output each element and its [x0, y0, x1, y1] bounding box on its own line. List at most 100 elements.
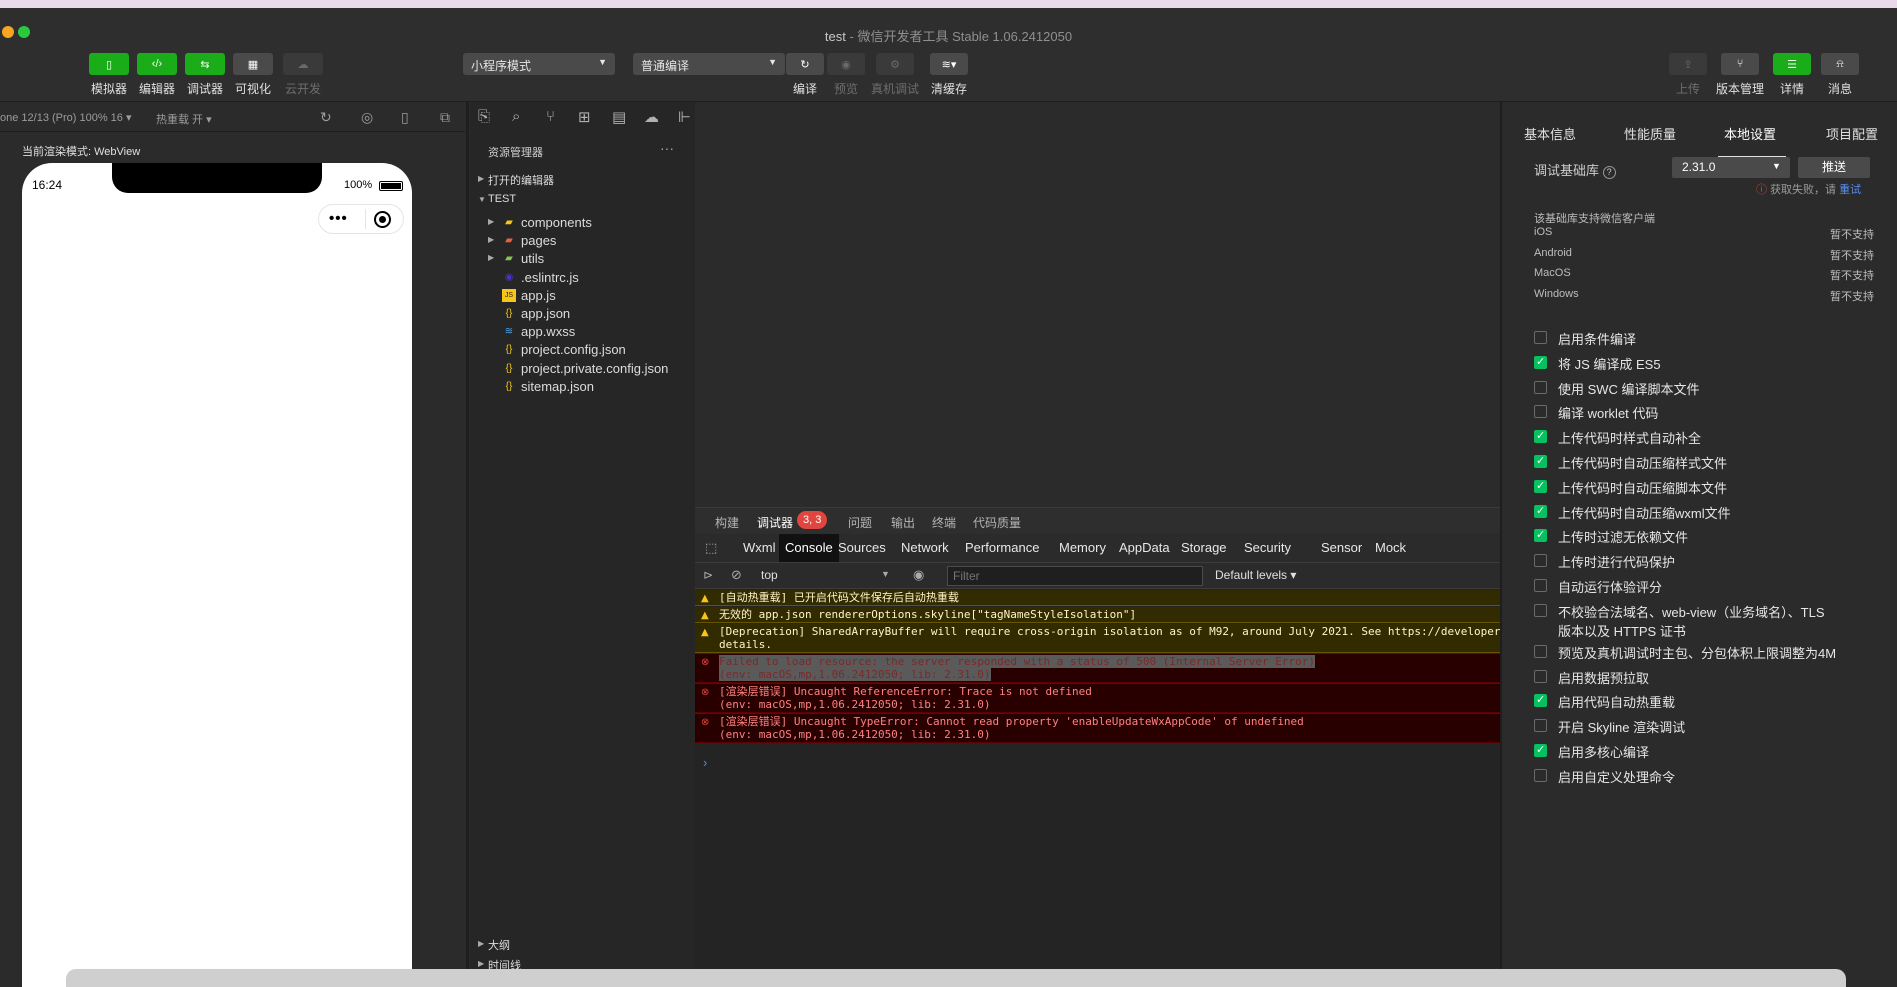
upload-button[interactable]: ⇪ — [1669, 53, 1707, 75]
tab-build[interactable]: 构建 — [715, 514, 739, 531]
tab-output[interactable]: 输出 — [891, 514, 915, 531]
setting-option[interactable]: 预览及真机调试时主包、分包体积上限调整为4M — [1534, 644, 1894, 663]
setting-option[interactable]: 将 JS 编译成 ES5 — [1534, 355, 1894, 374]
checkbox[interactable] — [1534, 504, 1547, 518]
checkbox[interactable] — [1534, 644, 1547, 658]
log-levels-select[interactable]: Default levels ▾ — [1215, 568, 1296, 582]
extensions-icon[interactable]: ⊞ — [578, 108, 591, 126]
details-button[interactable]: ☰ — [1773, 53, 1811, 75]
console-warning[interactable]: ▲ [自动热重载] 已开启代码文件保存后自动热重载 — [695, 590, 1500, 606]
checkbox[interactable] — [1534, 405, 1547, 419]
setting-option[interactable]: 上传代码时自动压缩脚本文件 — [1534, 479, 1894, 498]
console-error[interactable]: ⊗ [渲染层错误] Uncaught ReferenceError: Trace … — [695, 684, 1500, 713]
sidebar-toggle-icon[interactable]: ⊳ — [703, 568, 713, 582]
editor-area[interactable] — [695, 102, 1500, 507]
checkbox[interactable] — [1534, 669, 1547, 683]
tab-problems[interactable]: 问题 — [848, 514, 872, 531]
setting-option[interactable]: 自动运行体验评分 — [1534, 578, 1894, 597]
rotate-icon[interactable]: ↻ — [320, 109, 332, 126]
hot-reload-select[interactable]: 热重载 开 ▾ — [156, 111, 212, 127]
eye-icon[interactable]: ◉ — [913, 567, 924, 583]
setting-option[interactable]: 上传时进行代码保护 — [1534, 553, 1894, 572]
inspect-icon[interactable]: ⬚ — [705, 540, 717, 556]
tab-mock[interactable]: Mock — [1369, 534, 1412, 562]
tab-sensor[interactable]: Sensor — [1315, 534, 1368, 562]
split-icon[interactable]: ⊩ — [678, 108, 691, 126]
checkbox[interactable] — [1534, 693, 1547, 708]
retry-link[interactable]: 重试 — [1839, 184, 1861, 196]
tab-appdata[interactable]: AppData — [1113, 534, 1176, 562]
checkbox[interactable] — [1534, 579, 1547, 592]
tab-project-config[interactable]: 项目配置 — [1826, 124, 1878, 143]
tab-network[interactable]: Network — [895, 534, 955, 562]
close-miniprogram-icon[interactable] — [374, 211, 391, 228]
git-icon[interactable]: ⑂ — [546, 108, 555, 125]
setting-option[interactable]: 不校验合法域名、web-view（业务域名）、TLS 版本以及 HTTPS 证书 — [1534, 603, 1894, 641]
project-section[interactable]: ▼ TEST — [470, 190, 695, 212]
checkbox[interactable] — [1534, 743, 1547, 757]
outline-section[interactable]: ▶ 大纲 — [470, 934, 695, 956]
messages-button[interactable]: ⍾ — [1821, 53, 1859, 75]
editor-toggle-button[interactable]: ‹/› — [137, 53, 177, 75]
setting-option[interactable]: 启用数据预拉取 — [1534, 669, 1894, 688]
context-select[interactable]: top ▼ — [753, 566, 893, 585]
compile-button[interactable]: ↻ — [786, 53, 824, 75]
tab-performance-quality[interactable]: 性能质量 — [1624, 124, 1676, 143]
help-icon[interactable]: ? — [1602, 166, 1616, 179]
checkbox[interactable] — [1534, 429, 1547, 444]
file-item[interactable]: {} sitemap.json — [470, 376, 695, 398]
setting-option[interactable]: 上传代码时自动压缩wxml文件 — [1534, 504, 1894, 523]
checkbox[interactable] — [1534, 479, 1547, 493]
tab-console[interactable]: Console — [779, 534, 839, 562]
capsule-menu[interactable]: ••• — [318, 204, 404, 234]
console-error[interactable]: ⊗ Failed to load resource: the server res… — [695, 654, 1500, 683]
console-error[interactable]: ⊗ [渲染层错误] Uncaught TypeError: Cannot read… — [695, 714, 1500, 743]
setting-option[interactable]: 启用代码自动热重载 — [1534, 693, 1894, 712]
push-button[interactable]: 推送 — [1798, 157, 1870, 178]
checkbox[interactable] — [1534, 355, 1547, 369]
visual-toggle-button[interactable]: ▦ — [233, 53, 273, 75]
tab-sources[interactable]: Sources — [832, 534, 892, 562]
storage-icon[interactable]: ▤ — [612, 108, 626, 126]
popout-icon[interactable]: ⧉ — [440, 109, 450, 126]
search-icon[interactable]: ⌕ — [512, 108, 520, 125]
simulator-toggle-button[interactable]: ▯ — [89, 53, 129, 75]
remote-debug-button[interactable]: ⚙ — [876, 53, 914, 75]
cloud-icon[interactable]: ☁ — [644, 108, 659, 126]
setting-option[interactable]: 启用条件编译 — [1534, 330, 1894, 349]
phone-screen[interactable]: 16:24 100% ••• — [22, 163, 412, 987]
setting-option[interactable]: 上传代码时样式自动补全 — [1534, 429, 1894, 448]
debugger-toggle-button[interactable]: ⇆ — [185, 53, 225, 75]
tab-local-settings[interactable]: 本地设置 — [1724, 124, 1776, 143]
compile-select[interactable]: 普通编译 ▼ — [633, 53, 785, 75]
console-warning[interactable]: ▲ 无效的 app.json rendererOptions.skyline["t… — [695, 607, 1500, 623]
more-actions-icon[interactable]: ··· — [660, 140, 674, 156]
checkbox[interactable] — [1534, 719, 1547, 733]
setting-option[interactable]: 编译 worklet 代码 — [1534, 404, 1894, 423]
tab-basic-info[interactable]: 基本信息 — [1524, 124, 1576, 143]
preview-button[interactable]: ◉ — [827, 53, 865, 75]
filter-input[interactable] — [947, 566, 1203, 586]
setting-option[interactable]: 上传时过滤无依赖文件 — [1534, 528, 1894, 547]
mode-select[interactable]: 小程序模式 ▼ — [463, 53, 615, 75]
setting-option[interactable]: 启用自定义处理命令 — [1534, 768, 1894, 787]
lib-version-select[interactable]: 2.31.0 ▼ — [1672, 157, 1790, 178]
tab-wxml[interactable]: Wxml — [737, 534, 782, 562]
checkbox[interactable] — [1534, 331, 1547, 344]
clear-cache-button[interactable]: ≋▾ — [930, 53, 968, 75]
version-button[interactable]: ⑂ — [1721, 53, 1759, 75]
tab-performance[interactable]: Performance — [959, 534, 1045, 562]
clear-console-icon[interactable]: ⊘ — [731, 567, 742, 583]
tab-memory[interactable]: Memory — [1053, 534, 1112, 562]
tab-terminal[interactable]: 终端 — [932, 514, 956, 531]
console-prompt[interactable]: › — [703, 755, 707, 770]
phone-icon[interactable]: ▯ — [401, 109, 409, 126]
checkbox[interactable] — [1534, 768, 1547, 782]
setting-option[interactable]: 使用 SWC 编译脚本文件 — [1534, 380, 1894, 399]
stop-icon[interactable]: ◎ — [361, 109, 373, 126]
tab-code-quality[interactable]: 代码质量 — [973, 514, 1021, 531]
simulator-divider[interactable] — [466, 102, 469, 987]
setting-option[interactable]: 开启 Skyline 渲染调试 — [1534, 718, 1894, 737]
checkbox[interactable] — [1534, 603, 1547, 617]
tab-security[interactable]: Security — [1238, 534, 1297, 562]
